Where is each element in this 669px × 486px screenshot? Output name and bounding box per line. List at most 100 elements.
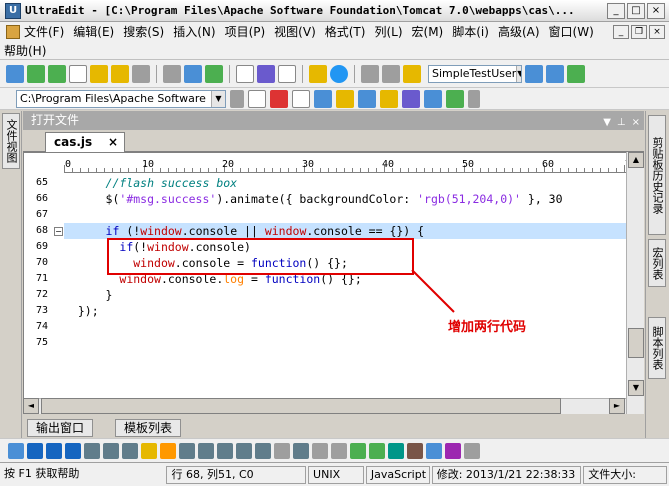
open-folder-icon[interactable] bbox=[90, 64, 108, 83]
fold-collapse-icon[interactable]: − bbox=[54, 227, 63, 236]
link-icon[interactable] bbox=[426, 442, 442, 459]
font-icon[interactable] bbox=[141, 442, 157, 459]
input-icon[interactable] bbox=[331, 442, 347, 459]
print-icon[interactable] bbox=[163, 64, 181, 83]
align-icon[interactable] bbox=[84, 442, 100, 459]
italic-icon[interactable] bbox=[46, 442, 62, 459]
hr-icon[interactable] bbox=[274, 442, 290, 459]
user-combo[interactable]: SimpleTestUser ▼ bbox=[428, 64, 522, 83]
tab-template-list[interactable]: 模板列表 bbox=[115, 419, 182, 437]
file-view-tab[interactable]: 文件视图 bbox=[2, 113, 20, 169]
menu-file[interactable]: 文件(F) bbox=[20, 23, 69, 40]
menu-search[interactable]: 搜索(S) bbox=[119, 23, 169, 40]
ultraedit-app-icon[interactable]: U bbox=[5, 2, 21, 19]
vertical-scrollbar[interactable]: ▲ ▼ bbox=[626, 152, 644, 414]
dropdown-icon[interactable] bbox=[468, 89, 480, 108]
document-menu-icon[interactable] bbox=[6, 24, 20, 39]
doc-restore-button[interactable]: ❐ bbox=[631, 24, 647, 39]
form-icon[interactable] bbox=[312, 442, 328, 459]
menu-help[interactable]: 帮助(H) bbox=[0, 42, 51, 59]
find-replace-icon[interactable] bbox=[546, 64, 564, 83]
minimize-button[interactable]: _ bbox=[607, 2, 625, 19]
menu-edit[interactable]: 编辑(E) bbox=[69, 23, 119, 40]
file-tab-cas-js[interactable]: cas.js × bbox=[45, 132, 125, 152]
indent-icon[interactable] bbox=[236, 442, 252, 459]
status-line-ending[interactable]: UNIX bbox=[308, 465, 364, 484]
align-right-icon[interactable] bbox=[217, 442, 233, 459]
format-lines-icon[interactable] bbox=[257, 64, 275, 83]
reference-icon[interactable] bbox=[358, 89, 376, 108]
menu-column[interactable]: 列(L) bbox=[370, 23, 407, 40]
menu-macro[interactable]: 宏(M) bbox=[408, 23, 449, 40]
back-arrow-icon[interactable] bbox=[27, 64, 45, 83]
cut-icon[interactable] bbox=[361, 64, 379, 83]
recent-folder-icon[interactable] bbox=[111, 64, 129, 83]
menu-insert[interactable]: 插入(N) bbox=[169, 23, 220, 40]
notes-icon[interactable] bbox=[380, 89, 398, 108]
bullet-list-icon[interactable] bbox=[122, 442, 138, 459]
chevron-down-icon[interactable]: ▼ bbox=[211, 90, 225, 107]
doc-minimize-button[interactable]: _ bbox=[613, 24, 629, 39]
scroll-up-icon[interactable]: ▲ bbox=[628, 152, 644, 168]
menu-project[interactable]: 项目(P) bbox=[221, 23, 271, 40]
status-language[interactable]: JavaScript bbox=[365, 465, 430, 484]
menu-script[interactable]: 脚本(i) bbox=[448, 23, 494, 40]
wikipedia-icon[interactable] bbox=[292, 89, 310, 108]
anchor-icon[interactable] bbox=[407, 442, 423, 459]
binoculars-find-icon[interactable] bbox=[525, 64, 543, 83]
google-icon[interactable] bbox=[248, 89, 266, 108]
dropdown-icon[interactable] bbox=[230, 89, 244, 108]
find-in-files-icon[interactable] bbox=[567, 64, 585, 83]
horizontal-scrollbar[interactable]: ◄ ► bbox=[23, 398, 626, 414]
clipboard-history-tab[interactable]: 剪贴板历史记录 bbox=[648, 115, 666, 235]
tab-output-window[interactable]: 输出窗口 bbox=[27, 419, 94, 437]
align-center-icon[interactable] bbox=[198, 442, 214, 459]
image-icon[interactable] bbox=[388, 442, 404, 459]
spreadsheet-icon[interactable] bbox=[205, 64, 223, 83]
new-file-icon[interactable] bbox=[69, 64, 87, 83]
code-area[interactable]: //flash success box $('#msg.success').an… bbox=[64, 175, 643, 413]
browser-globe-icon[interactable] bbox=[330, 64, 348, 83]
close-tab-icon[interactable]: × bbox=[108, 133, 118, 151]
menu-window[interactable]: 窗口(W) bbox=[545, 23, 599, 40]
scroll-thumb[interactable] bbox=[628, 328, 644, 358]
scroll-left-icon[interactable]: ◄ bbox=[23, 398, 39, 414]
doc-close-button[interactable]: × bbox=[649, 24, 665, 39]
close-button[interactable]: × bbox=[647, 2, 665, 19]
menu-advanced[interactable]: 高级(A) bbox=[494, 23, 545, 40]
checkbox-icon[interactable] bbox=[350, 442, 366, 459]
hex-mode-icon[interactable] bbox=[278, 64, 296, 83]
code-editor[interactable]: 01020304050607 6566676869707172737475 − … bbox=[23, 152, 644, 414]
book-icon[interactable] bbox=[309, 64, 327, 83]
scroll-right-icon[interactable]: ► bbox=[609, 398, 625, 414]
numbered-list-icon[interactable] bbox=[103, 442, 119, 459]
special-char-icon[interactable] bbox=[445, 442, 461, 459]
menu-format[interactable]: 格式(T) bbox=[321, 23, 371, 40]
horizontal-scroll-thumb[interactable] bbox=[41, 398, 561, 414]
chevron-down-icon[interactable]: ▼ bbox=[516, 65, 521, 82]
copy-icon[interactable] bbox=[382, 64, 400, 83]
highlight-icon[interactable] bbox=[160, 442, 176, 459]
radio-icon[interactable] bbox=[369, 442, 385, 459]
link-icon[interactable] bbox=[424, 89, 442, 108]
document-icon[interactable] bbox=[236, 64, 254, 83]
windows-icon[interactable] bbox=[446, 89, 464, 108]
print-preview-icon[interactable] bbox=[184, 64, 202, 83]
scroll-down-icon[interactable]: ▼ bbox=[628, 380, 644, 396]
paste-icon[interactable] bbox=[403, 64, 421, 83]
menu-view[interactable]: 视图(V) bbox=[270, 23, 321, 40]
macro-list-tab[interactable]: 宏列表 bbox=[648, 239, 666, 287]
maximize-button[interactable]: □ bbox=[627, 2, 645, 19]
align-left-icon[interactable] bbox=[179, 442, 195, 459]
outdent-icon[interactable] bbox=[255, 442, 271, 459]
forward-arrow-icon[interactable] bbox=[48, 64, 66, 83]
comment-icon[interactable] bbox=[464, 442, 480, 459]
web-search-icon[interactable] bbox=[314, 89, 332, 108]
bold-icon[interactable] bbox=[27, 442, 43, 459]
tag-icon[interactable] bbox=[8, 442, 24, 459]
reload-icon[interactable] bbox=[6, 64, 24, 83]
lightbulb-icon[interactable] bbox=[336, 89, 354, 108]
php-icon[interactable] bbox=[402, 89, 420, 108]
save-icon[interactable] bbox=[132, 64, 150, 83]
path-combo[interactable]: C:\Program Files\Apache Software ▼ bbox=[16, 89, 226, 108]
